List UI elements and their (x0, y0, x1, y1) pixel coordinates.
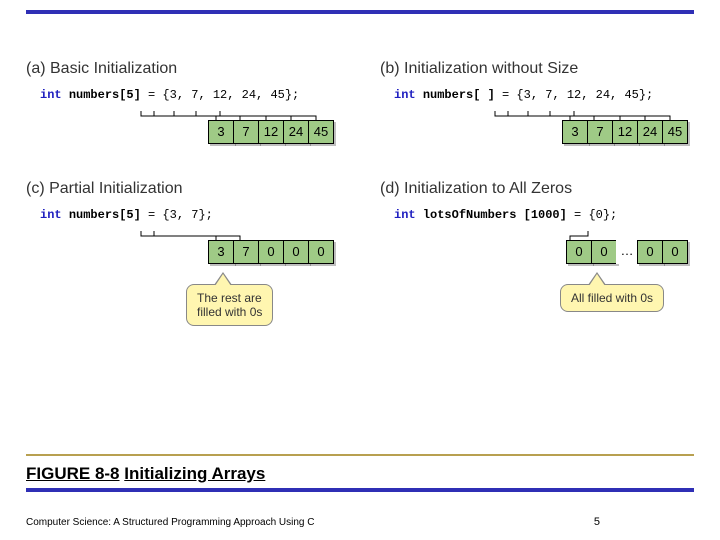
keyword-int: int (394, 88, 416, 102)
array-cell-ellipsis: … (616, 240, 638, 264)
code-rest: = {3, 7, 12, 24, 45}; (141, 88, 299, 102)
array-cell: 12 (258, 120, 284, 144)
footer-page-number: 5 (594, 516, 600, 528)
caption-rule-top (26, 454, 694, 456)
keyword-int: int (394, 208, 416, 222)
panel-d-title: (d) Initialization to All Zeros (380, 180, 694, 198)
code-rest: = {3, 7, 12, 24, 45}; (495, 88, 653, 102)
array-cell: 45 (662, 120, 688, 144)
panel-b-cells: 3 7 12 24 45 (563, 120, 688, 144)
panel-c: (c) Partial Initialization int numbers[5… (26, 180, 340, 326)
panel-b-code: int numbers[ ] = {3, 7, 12, 24, 45}; (394, 88, 694, 102)
array-cell: 45 (308, 120, 334, 144)
panel-c-callout: The rest are filled with 0s (186, 284, 340, 326)
keyword-int: int (40, 208, 62, 222)
identifier: lotsOfNumbers [1000] (423, 208, 567, 222)
callout-text: All filled with 0s (571, 291, 653, 305)
identifier: numbers[ ] (423, 88, 495, 102)
array-cell: 0 (637, 240, 663, 264)
panel-b-title: (b) Initialization without Size (380, 60, 694, 78)
panel-d-code: int lotsOfNumbers [1000] = {0}; (394, 208, 694, 222)
panel-c-title: (c) Partial Initialization (26, 180, 340, 198)
identifier: numbers[5] (69, 208, 141, 222)
panel-a: (a) Basic Initialization int numbers[5] … (26, 60, 340, 144)
array-cell: 12 (612, 120, 638, 144)
bubble-tail (589, 274, 605, 286)
code-rest: = {3, 7}; (141, 208, 213, 222)
panel-d-callout: All filled with 0s (560, 284, 694, 312)
array-cell: 7 (587, 120, 613, 144)
panel-d-cells: 0 0 … 0 0 (567, 240, 688, 264)
footer-book-title: Computer Science: A Structured Programmi… (26, 517, 314, 528)
panel-a-cells-wrap: 3 7 12 24 45 (26, 120, 334, 144)
top-rule (26, 10, 694, 14)
array-cell: 7 (233, 240, 259, 264)
identifier: numbers[5] (69, 88, 141, 102)
array-cell: 0 (283, 240, 309, 264)
code-rest: = {0}; (567, 208, 617, 222)
panel-a-cells: 3 7 12 24 45 (209, 120, 334, 144)
panel-b: (b) Initialization without Size int numb… (380, 60, 694, 144)
callout-text: The rest are filled with 0s (197, 291, 262, 319)
panel-c-cells: 3 7 0 0 0 (209, 240, 334, 264)
array-cell: 0 (662, 240, 688, 264)
array-cell: 0 (308, 240, 334, 264)
array-cell: 7 (233, 120, 259, 144)
figure-caption: FIGURE 8-8 Initializing Arrays (26, 464, 265, 484)
panel-b-cells-wrap: 3 7 12 24 45 (380, 120, 688, 144)
array-cell: 0 (258, 240, 284, 264)
array-cell: 24 (283, 120, 309, 144)
keyword-int: int (40, 88, 62, 102)
content-grid: (a) Basic Initialization int numbers[5] … (26, 60, 694, 326)
array-cell: 3 (562, 120, 588, 144)
array-cell: 0 (591, 240, 617, 264)
panel-a-title: (a) Basic Initialization (26, 60, 340, 78)
caption-rule-bottom (26, 488, 694, 492)
callout-bubble: The rest are filled with 0s (186, 284, 273, 326)
panel-c-cells-wrap: 3 7 0 0 0 (26, 240, 334, 264)
figure-number: FIGURE 8-8 (26, 464, 120, 483)
panel-a-code: int numbers[5] = {3, 7, 12, 24, 45}; (40, 88, 340, 102)
callout-bubble: All filled with 0s (560, 284, 664, 312)
panel-d-cells-wrap: 0 0 … 0 0 (380, 240, 688, 264)
array-cell: 0 (566, 240, 592, 264)
figure-title: Initializing Arrays (124, 464, 265, 483)
panel-c-code: int numbers[5] = {3, 7}; (40, 208, 340, 222)
array-cell: 3 (208, 240, 234, 264)
array-cell: 24 (637, 120, 663, 144)
array-cell: 3 (208, 120, 234, 144)
panel-d: (d) Initialization to All Zeros int lots… (380, 180, 694, 326)
bubble-tail (215, 274, 231, 286)
